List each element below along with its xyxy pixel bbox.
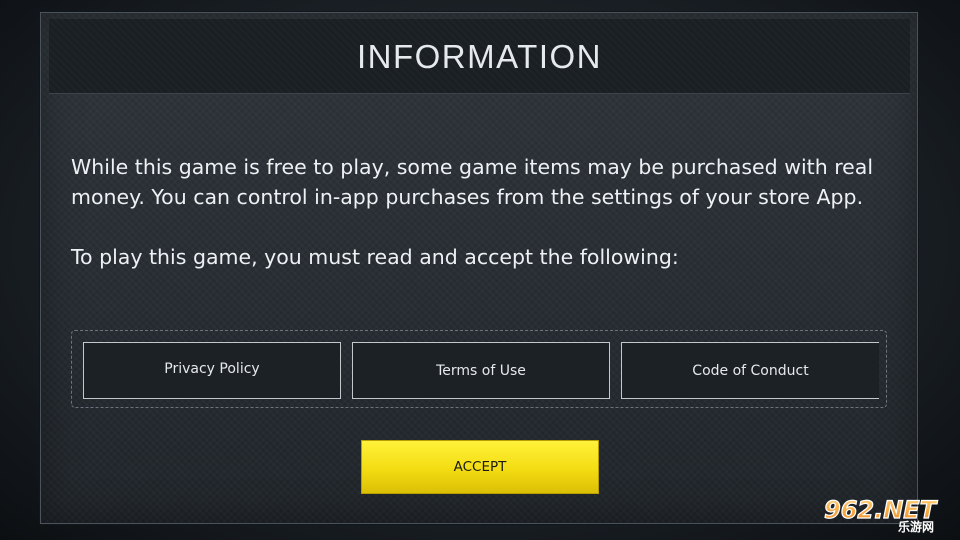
privacy-policy-button[interactable]: Privacy Policy <box>83 342 341 399</box>
purchase-notice-text: While this game is free to play, some ga… <box>71 155 874 209</box>
terms-of-use-label: Terms of Use <box>436 362 526 379</box>
dialog-body: While this game is free to play, some ga… <box>71 152 891 272</box>
code-of-conduct-label: Code of Conduct <box>692 362 809 379</box>
accept-button[interactable]: ACCEPT <box>361 440 599 494</box>
accept-label: ACCEPT <box>453 459 507 475</box>
code-of-conduct-button[interactable]: Code of Conduct <box>621 342 879 399</box>
legal-links-group: Privacy Policy Terms of Use Code of Cond… <box>71 330 887 408</box>
watermark-sub-text: 乐游网 <box>898 519 934 534</box>
terms-of-use-button[interactable]: Terms of Use <box>352 342 610 399</box>
dialog-header: INFORMATION <box>49 19 910 94</box>
information-dialog: INFORMATION While this game is free to p… <box>40 12 918 524</box>
dialog-title: INFORMATION <box>356 38 603 75</box>
privacy-policy-label: Privacy Policy <box>164 361 260 377</box>
watermark-logo: 962.NET 乐游网 <box>823 495 938 534</box>
game-screen: INFORMATION While this game is free to p… <box>0 0 960 540</box>
accept-instructions-text: To play this game, you must read and acc… <box>71 245 679 269</box>
